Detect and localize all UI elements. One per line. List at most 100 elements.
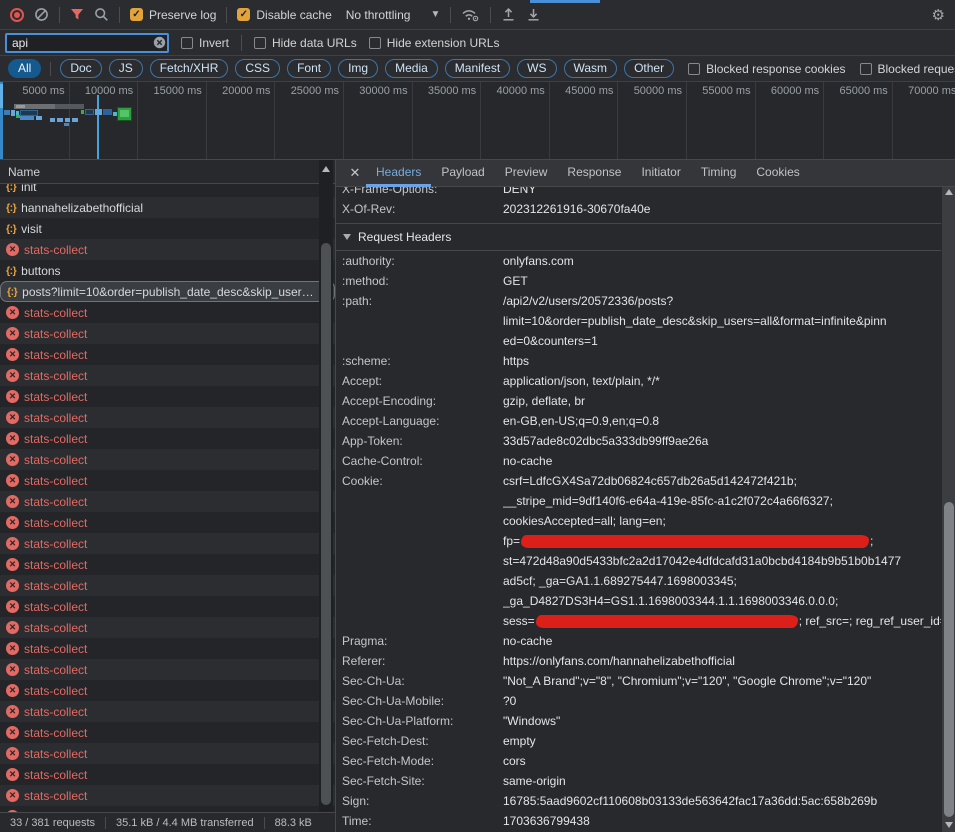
request-name: stats-collect	[24, 453, 87, 467]
tab-timing[interactable]: Timing	[691, 160, 747, 187]
filter-pill-other[interactable]: Other	[624, 59, 674, 78]
table-row[interactable]: ✕stats-collect	[0, 386, 335, 407]
import-har-icon[interactable]	[501, 7, 516, 22]
filter-pill-ws[interactable]: WS	[517, 59, 556, 78]
tab-response[interactable]: Response	[557, 160, 631, 187]
filter-icon[interactable]	[70, 8, 84, 21]
filter-pill-all[interactable]: All	[8, 59, 41, 78]
table-row[interactable]: ✕stats-collect	[0, 764, 335, 785]
table-row[interactable]: ✕stats-collect	[0, 743, 335, 764]
scroll-up-icon[interactable]	[322, 166, 330, 172]
checkbox-icon[interactable]	[369, 37, 381, 49]
table-row[interactable]: ✕stats-collect	[0, 323, 335, 344]
waterfall-bar	[64, 123, 69, 126]
filter-pill-fetch-xhr[interactable]: Fetch/XHR	[150, 59, 229, 78]
scroll-down-icon[interactable]	[945, 822, 953, 828]
name-column-header[interactable]: Name	[0, 160, 335, 184]
scroll-up-icon[interactable]	[945, 189, 953, 195]
header-row: Sec-Fetch-Mode:cors	[336, 751, 941, 771]
table-row[interactable]: {:}buttons	[0, 260, 335, 281]
filter-pill-css[interactable]: CSS	[235, 59, 280, 78]
filter-pill-doc[interactable]: Doc	[60, 59, 101, 78]
table-row[interactable]: ✕stats-collect	[0, 638, 335, 659]
export-har-icon[interactable]	[526, 7, 541, 22]
network-list-scrollbar[interactable]	[319, 160, 333, 812]
filter-pill-js[interactable]: JS	[109, 59, 143, 78]
tab-headers[interactable]: Headers	[366, 160, 431, 187]
header-value-line: 33d57ade8c02dbc5a333db99ff9ae26a	[503, 431, 941, 451]
scrollbar-thumb[interactable]	[321, 243, 331, 805]
table-row[interactable]: {:}posts?limit=10&order=publish_date_des…	[0, 281, 335, 302]
record-button[interactable]	[10, 8, 24, 22]
settings-gear-icon[interactable]: ⚙	[932, 6, 945, 24]
close-icon[interactable]: ✕	[344, 165, 366, 181]
checkbox-checked-icon[interactable]: ✓	[130, 8, 143, 21]
table-row[interactable]: ✕stats-collect	[0, 533, 335, 554]
checkbox-icon[interactable]	[254, 37, 266, 49]
disable-cache-checkbox[interactable]: ✓ Disable cache	[237, 8, 331, 22]
table-row[interactable]: ✕stats-collect	[0, 575, 335, 596]
blocked-requests-checkbox[interactable]: Blocked requests	[860, 62, 955, 76]
search-icon[interactable]	[94, 7, 109, 22]
tab-initiator[interactable]: Initiator	[631, 160, 690, 187]
header-value-text: ; ref_src=; reg_ref_user_id=	[799, 614, 941, 628]
filter-pill-wasm[interactable]: Wasm	[564, 59, 618, 78]
filter-pill-font[interactable]: Font	[287, 59, 331, 78]
table-row[interactable]: ✕stats-collect	[0, 596, 335, 617]
filter-pill-media[interactable]: Media	[385, 59, 438, 78]
table-row[interactable]: ✕stats-collect	[0, 554, 335, 575]
table-row[interactable]: ✕stats-collect	[0, 344, 335, 365]
table-row[interactable]: ✕stats-collect	[0, 449, 335, 470]
checkbox-icon[interactable]	[860, 63, 872, 75]
clear-input-icon[interactable]	[153, 36, 166, 49]
clear-icon[interactable]	[34, 7, 49, 22]
invert-checkbox[interactable]: Invert	[181, 36, 229, 50]
table-row[interactable]: ✕stats-collect	[0, 491, 335, 512]
tab-cookies[interactable]: Cookies	[746, 160, 809, 187]
checkbox-icon[interactable]	[688, 63, 700, 75]
table-row[interactable]: ✕stats-collect	[0, 680, 335, 701]
timeline-overview[interactable]: 5000 ms10000 ms15000 ms20000 ms25000 ms3…	[0, 82, 955, 160]
network-conditions-icon[interactable]	[461, 7, 480, 22]
scrollbar-thumb[interactable]	[944, 502, 954, 817]
table-row[interactable]: ✕stats-collect	[0, 470, 335, 491]
tab-payload[interactable]: Payload	[431, 160, 494, 187]
headers-scrollbar[interactable]	[942, 187, 955, 832]
throttling-dropdown[interactable]: No throttling ▼	[346, 8, 441, 22]
table-row[interactable]: ✕stats-collect	[0, 239, 335, 260]
table-row[interactable]: ✕stats-collect	[0, 785, 335, 806]
checkbox-icon[interactable]	[181, 37, 193, 49]
preserve-log-checkbox[interactable]: ✓ Preserve log	[130, 8, 216, 22]
request-name: stats-collect	[24, 348, 87, 362]
filter-pill-manifest[interactable]: Manifest	[445, 59, 510, 78]
header-row: Accept-Language:en-GB,en-US;q=0.9,en;q=0…	[336, 411, 941, 431]
table-row[interactable]: ✕stats-collect	[0, 617, 335, 638]
tab-preview[interactable]: Preview	[495, 160, 558, 187]
table-row[interactable]: ✕stats-collect	[0, 302, 335, 323]
table-row[interactable]: ✕stats-collect	[0, 701, 335, 722]
header-value-line: https://onlyfans.com/hannahelizabethoffi…	[503, 651, 941, 671]
hide-extension-urls-checkbox[interactable]: Hide extension URLs	[369, 36, 500, 50]
failed-request-icon: ✕	[6, 705, 19, 718]
failed-request-icon: ✕	[6, 474, 19, 487]
filter-input[interactable]	[5, 33, 169, 53]
header-value-line: onlyfans.com	[503, 251, 941, 271]
separator	[59, 7, 60, 23]
checkbox-checked-icon[interactable]: ✓	[237, 8, 250, 21]
hide-data-urls-checkbox[interactable]: Hide data URLs	[254, 36, 357, 50]
blocked-response-cookies-checkbox[interactable]: Blocked response cookies	[688, 62, 845, 76]
table-row[interactable]: ✕stats-collect	[0, 659, 335, 680]
table-row[interactable]: ✕stats-collect	[0, 407, 335, 428]
table-row[interactable]: ✕stats-collect	[0, 722, 335, 743]
table-row[interactable]: ✕stats-collect	[0, 512, 335, 533]
table-row[interactable]: {:}visit	[0, 218, 335, 239]
request-headers-section-header[interactable]: Request Headers	[336, 224, 941, 251]
failed-request-icon: ✕	[6, 495, 19, 508]
table-row[interactable]: ✕stats-collect	[0, 428, 335, 449]
table-row[interactable]: {:}hannahelizabethofficial	[0, 197, 335, 218]
filter-pill-img[interactable]: Img	[338, 59, 378, 78]
timeline-playhead[interactable]	[97, 95, 99, 159]
table-row[interactable]: ✕stats-collect	[0, 365, 335, 386]
request-name: stats-collect	[24, 663, 87, 677]
resources-size: 88.3 kB	[275, 817, 312, 829]
